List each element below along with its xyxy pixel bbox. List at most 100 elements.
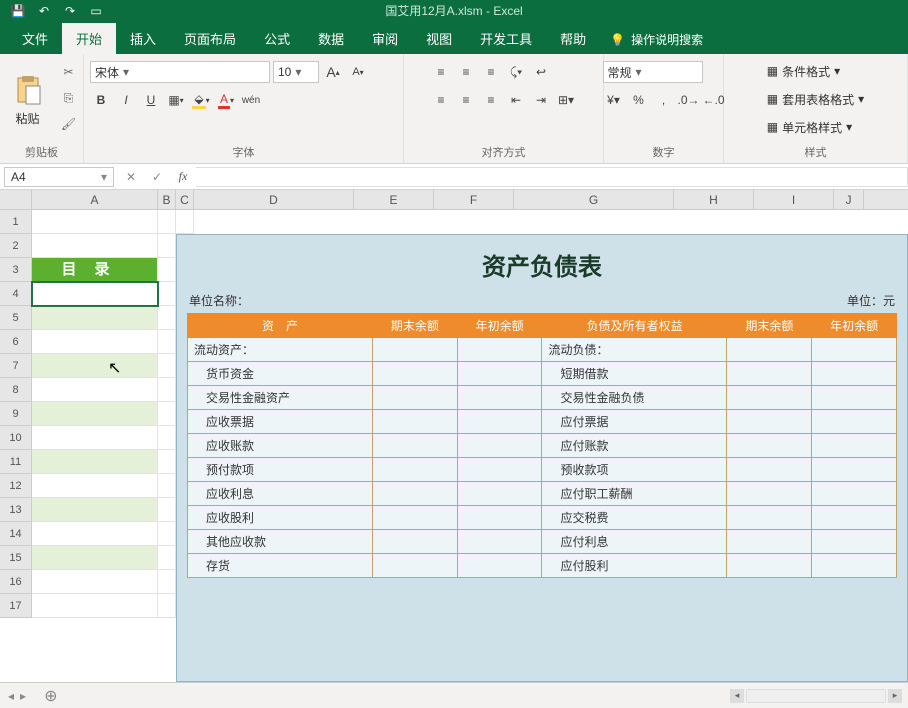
cell[interactable] (158, 474, 176, 498)
table-cell[interactable]: 应付股利 (542, 554, 727, 578)
cell[interactable] (32, 354, 158, 378)
cell[interactable] (32, 210, 158, 234)
orientation-icon[interactable]: ⤹▾ (505, 61, 527, 83)
ribbon-tab-1[interactable]: 开始 (62, 23, 116, 54)
cell-styles-button[interactable]: ▦单元格样式▾ (767, 115, 852, 139)
col-header-H[interactable]: H (674, 190, 754, 209)
table-cell[interactable]: 流动资产： (188, 338, 373, 362)
table-cell[interactable]: 预收款项 (542, 458, 727, 482)
cell[interactable] (158, 426, 176, 450)
comma-icon[interactable]: , (653, 89, 675, 111)
table-cell[interactable]: 短期借款 (542, 362, 727, 386)
shrink-font-icon[interactable]: A▾ (347, 61, 369, 83)
cell[interactable] (32, 402, 158, 426)
col-header-J[interactable]: J (834, 190, 864, 209)
table-cell[interactable] (372, 530, 457, 554)
table-cell[interactable] (372, 434, 457, 458)
row-header[interactable]: 1 (0, 210, 32, 234)
table-cell[interactable] (812, 554, 897, 578)
table-cell[interactable] (812, 530, 897, 554)
row-header[interactable]: 3 (0, 258, 32, 282)
cell[interactable] (158, 258, 176, 282)
table-cell[interactable] (457, 410, 542, 434)
row-header[interactable]: 13 (0, 498, 32, 522)
col-header-D[interactable]: D (194, 190, 354, 209)
number-format-select[interactable]: 常规▾ (603, 61, 703, 83)
cell[interactable] (158, 210, 176, 234)
row-header[interactable]: 8 (0, 378, 32, 402)
table-cell[interactable] (457, 458, 542, 482)
percent-icon[interactable]: % (628, 89, 650, 111)
row-header[interactable]: 5 (0, 306, 32, 330)
row-header[interactable]: 2 (0, 234, 32, 258)
col-header-E[interactable]: E (354, 190, 434, 209)
table-cell[interactable] (372, 362, 457, 386)
table-cell[interactable]: 应付票据 (542, 410, 727, 434)
align-top-icon[interactable]: ≡ (430, 61, 452, 83)
table-cell[interactable] (372, 554, 457, 578)
col-header-A[interactable]: A (32, 190, 158, 209)
row-header[interactable]: 6 (0, 330, 32, 354)
cell[interactable] (176, 210, 194, 234)
merge-button[interactable]: ⊞▾ (555, 89, 577, 111)
redo-icon[interactable]: ↷ (62, 3, 78, 19)
cell[interactable] (158, 282, 176, 306)
row-header[interactable]: 12 (0, 474, 32, 498)
wrap-text-button[interactable]: ↩ (530, 61, 552, 83)
table-cell[interactable] (457, 338, 542, 362)
cell[interactable] (158, 594, 176, 618)
indent-dec-icon[interactable]: ⇤ (505, 89, 527, 111)
table-cell[interactable] (727, 434, 812, 458)
row-header[interactable]: 4 (0, 282, 32, 306)
cell[interactable] (32, 330, 158, 354)
add-sheet-button[interactable]: ⊕ (34, 686, 67, 706)
font-name-select[interactable]: 宋体▾ (90, 61, 270, 83)
table-cell[interactable]: 交易性金融负债 (542, 386, 727, 410)
cell[interactable] (32, 378, 158, 402)
row-header[interactable]: 17 (0, 594, 32, 618)
tab-nav-first-icon[interactable]: ◂ (8, 689, 14, 703)
table-cell[interactable]: 应付账款 (542, 434, 727, 458)
align-right-icon[interactable]: ≡ (480, 89, 502, 111)
cell[interactable] (32, 498, 158, 522)
table-cell[interactable] (457, 362, 542, 386)
row-header[interactable]: 14 (0, 522, 32, 546)
column-headers[interactable]: ABCDEFGHIJ (32, 190, 908, 210)
underline-button[interactable]: U (140, 89, 162, 111)
table-cell[interactable] (727, 386, 812, 410)
cell[interactable] (158, 354, 176, 378)
col-header-B[interactable]: B (158, 190, 176, 209)
table-cell[interactable] (812, 506, 897, 530)
ribbon-tab-3[interactable]: 页面布局 (170, 23, 250, 54)
col-header-F[interactable]: F (434, 190, 514, 209)
table-cell[interactable] (372, 506, 457, 530)
name-box[interactable]: A4▾ (4, 167, 114, 187)
table-cell[interactable] (727, 362, 812, 386)
border-button[interactable]: ▦▾ (165, 89, 187, 111)
align-middle-icon[interactable]: ≡ (455, 61, 477, 83)
fx-icon[interactable]: fx (170, 169, 196, 184)
currency-icon[interactable]: ¥▾ (603, 89, 625, 111)
paste-button[interactable]: 粘贴 (3, 61, 53, 139)
cell[interactable] (32, 426, 158, 450)
table-cell[interactable] (812, 482, 897, 506)
ribbon-tab-7[interactable]: 视图 (412, 23, 466, 54)
table-cell[interactable] (372, 482, 457, 506)
table-cell[interactable] (727, 482, 812, 506)
bold-button[interactable]: B (90, 89, 112, 111)
table-cell[interactable] (457, 386, 542, 410)
align-bottom-icon[interactable]: ≡ (480, 61, 502, 83)
table-cell[interactable] (727, 554, 812, 578)
row-header[interactable]: 16 (0, 570, 32, 594)
align-center-icon[interactable]: ≡ (455, 89, 477, 111)
table-cell[interactable]: 流动负债： (542, 338, 727, 362)
ribbon-tab-8[interactable]: 开发工具 (466, 23, 546, 54)
table-cell[interactable] (457, 506, 542, 530)
table-cell[interactable]: 应付利息 (542, 530, 727, 554)
table-cell[interactable] (457, 554, 542, 578)
horizontal-scrollbar[interactable]: ◂▸ (730, 689, 908, 703)
table-cell[interactable] (812, 410, 897, 434)
cell[interactable] (158, 402, 176, 426)
table-cell[interactable]: 其他应收款 (188, 530, 373, 554)
cell[interactable]: ↖ (32, 282, 158, 306)
